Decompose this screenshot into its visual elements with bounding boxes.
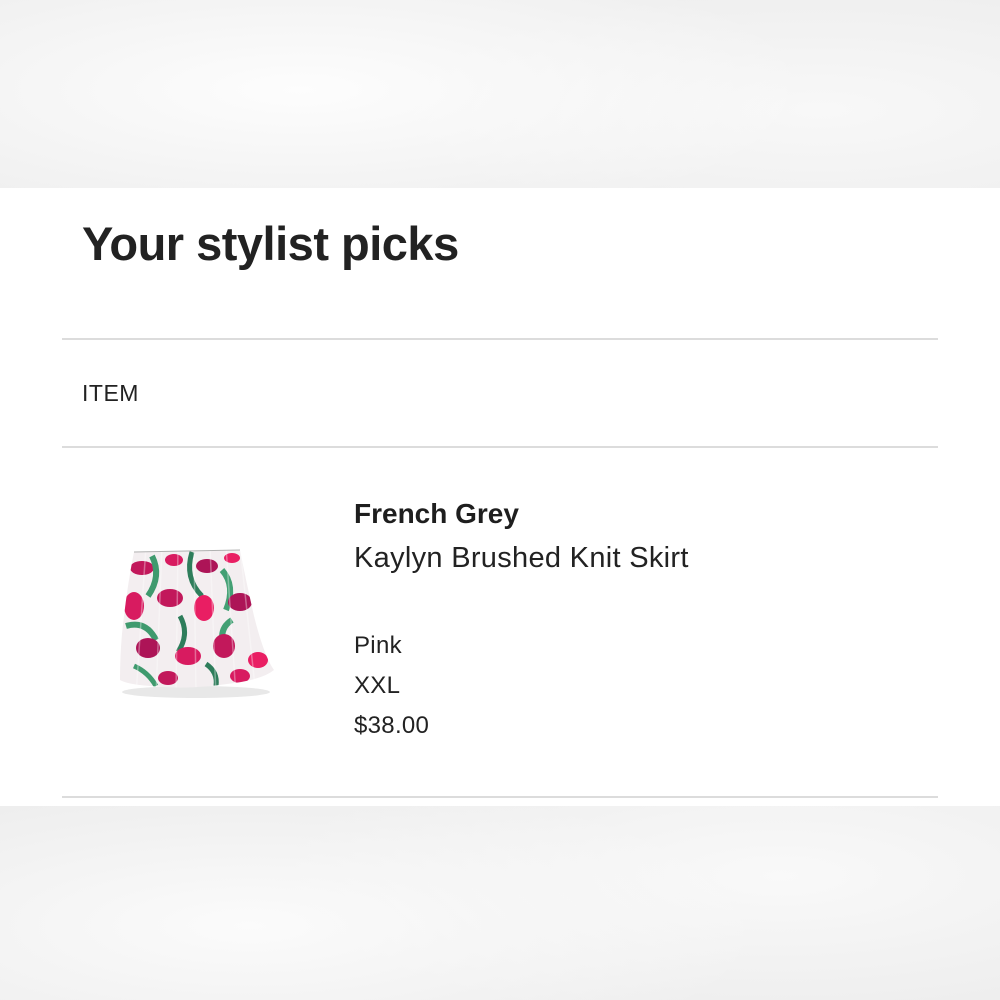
item-size: XXL	[354, 672, 401, 699]
stylist-picks-card: Your stylist picks ITEM French Grey Kayl…	[0, 188, 1000, 806]
item-color: Pink	[354, 632, 402, 659]
skirt-thumbnail-image[interactable]	[112, 546, 278, 706]
item-details: French Grey Kaylyn Brushed Knit Skirt Pi…	[354, 496, 689, 746]
item-product-name[interactable]: Kaylyn Brushed Knit Skirt	[354, 540, 689, 576]
header-divider	[62, 446, 938, 448]
screenshot-page: Your stylist picks ITEM French Grey Kayl…	[0, 0, 1000, 1000]
title-divider	[62, 338, 938, 340]
blurred-bottom-background	[0, 806, 1000, 1000]
item-price: $38.00	[354, 712, 430, 739]
row-divider	[62, 796, 938, 798]
column-header-item: ITEM	[82, 380, 139, 406]
page-title: Your stylist picks	[82, 217, 459, 270]
item-brand: French Grey	[354, 498, 519, 529]
blurred-top-background	[0, 0, 1000, 188]
